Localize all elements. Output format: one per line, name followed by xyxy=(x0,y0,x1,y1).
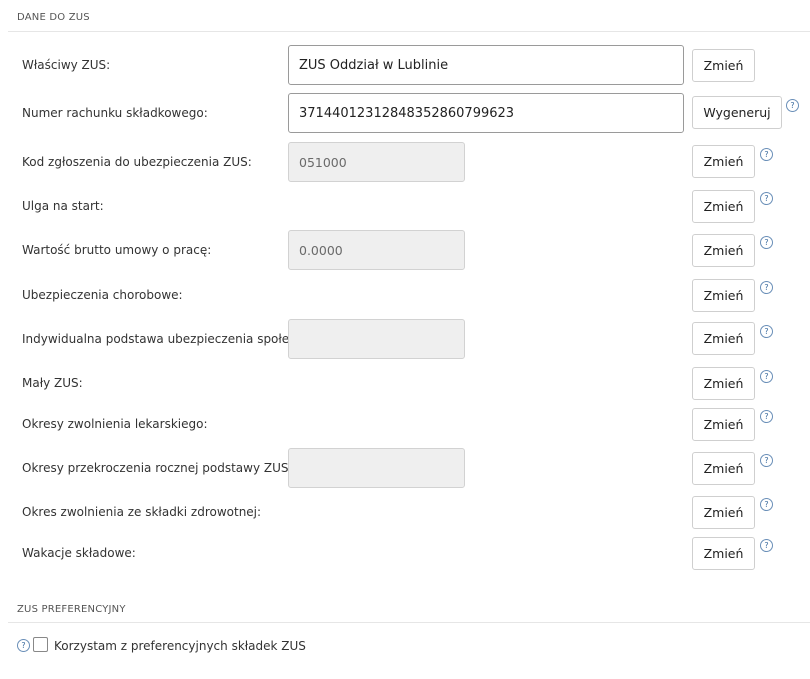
exceed-label: Okresy przekroczenia rocznej podstawy ZU… xyxy=(22,461,293,475)
maly-label: Mały ZUS: xyxy=(22,376,83,390)
base-help-icon[interactable]: ? xyxy=(760,325,773,338)
account-help-icon[interactable]: ? xyxy=(786,99,799,112)
vacation-label: Wakacje składowe: xyxy=(22,546,136,560)
preferential-checkbox[interactable] xyxy=(33,637,48,652)
section-title-zus-pref: ZUS PREFERENCYJNY xyxy=(17,604,126,615)
owner-change-button[interactable]: Zmień xyxy=(692,49,755,82)
code-help-icon[interactable]: ? xyxy=(760,148,773,161)
health-change-button[interactable]: Zmień xyxy=(692,496,755,529)
gross-help-icon[interactable]: ? xyxy=(760,236,773,249)
ulga-label: Ulga na start: xyxy=(22,199,104,213)
section-title-zus-data: DANE DO ZUS xyxy=(17,12,90,23)
account-field[interactable]: 37144012312848352860799623 xyxy=(288,93,684,133)
gross-label: Wartość brutto umowy o pracę: xyxy=(22,243,212,257)
health-label: Okres zwolnienia ze składki zdrowotnej: xyxy=(22,505,262,519)
leave-label: Okresy zwolnienia lekarskiego: xyxy=(22,417,208,431)
gross-change-button[interactable]: Zmień xyxy=(692,234,755,267)
base-field xyxy=(288,319,465,359)
leave-help-icon[interactable]: ? xyxy=(760,410,773,423)
sick-label: Ubezpieczenia chorobowe: xyxy=(22,288,183,302)
ulga-change-button[interactable]: Zmień xyxy=(692,190,755,223)
exceed-field xyxy=(288,448,465,488)
account-label: Numer rachunku składkowego: xyxy=(22,106,208,120)
preferential-checkbox-label[interactable]: Korzystam z preferencyjnych składek ZUS xyxy=(54,639,306,653)
sick-change-button[interactable]: Zmień xyxy=(692,279,755,312)
generate-account-button[interactable]: Wygeneruj xyxy=(692,96,782,129)
code-label: Kod zgłoszenia do ubezpieczenia ZUS: xyxy=(22,155,252,169)
ulga-help-icon[interactable]: ? xyxy=(760,192,773,205)
leave-change-button[interactable]: Zmień xyxy=(692,408,755,441)
owner-field[interactable]: ZUS Oddział w Lublinie xyxy=(288,45,684,85)
preferential-help-icon[interactable]: ? xyxy=(17,639,30,652)
section-divider xyxy=(8,622,810,623)
section-divider xyxy=(8,31,810,32)
vacation-change-button[interactable]: Zmień xyxy=(692,537,755,570)
health-help-icon[interactable]: ? xyxy=(760,498,773,511)
vacation-help-icon[interactable]: ? xyxy=(760,539,773,552)
code-change-button[interactable]: Zmień xyxy=(692,145,755,178)
gross-field: 0.0000 xyxy=(288,230,465,270)
exceed-help-icon[interactable]: ? xyxy=(760,454,773,467)
base-change-button[interactable]: Zmień xyxy=(692,322,755,355)
exceed-change-button[interactable]: Zmień xyxy=(692,452,755,485)
owner-label: Właściwy ZUS: xyxy=(22,58,111,72)
maly-help-icon[interactable]: ? xyxy=(760,370,773,383)
code-field: 051000 xyxy=(288,142,465,182)
sick-help-icon[interactable]: ? xyxy=(760,281,773,294)
maly-change-button[interactable]: Zmień xyxy=(692,367,755,400)
